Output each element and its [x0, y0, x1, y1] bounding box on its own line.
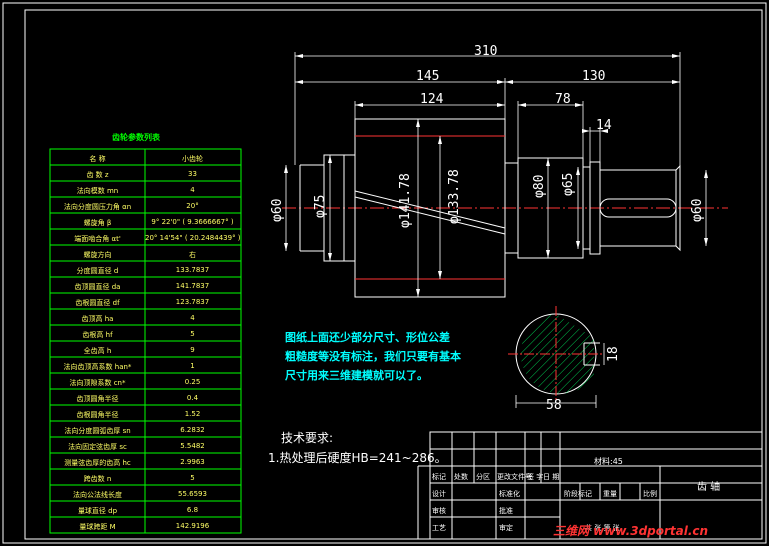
table-row-label: 螺旋方向	[83, 251, 112, 259]
gear-table-title: 齿轮参数列表	[112, 133, 160, 142]
table-row-label: 量球跨距 M	[79, 523, 116, 531]
tech-req-heading: 技术要求:	[281, 431, 334, 445]
table-row-label: 法向分度圆压力角 αn	[63, 203, 132, 211]
table-row-value: 55.6593	[178, 490, 207, 498]
dim-keyway-length: 78	[555, 92, 571, 107]
tb-stage-label: 阶段标记	[564, 490, 592, 498]
note-line-1: 图纸上面还少部分尺寸、形位公差	[285, 331, 450, 344]
table-row-label: 齿顶高 ha	[81, 315, 114, 323]
table-row-value: 142.9196	[175, 522, 210, 530]
table-row-label: 螺旋角 β	[83, 219, 112, 227]
watermark-logo: 三维网 www.3dportal.cn	[553, 524, 709, 538]
table-row-value: 1.52	[184, 410, 201, 418]
table-row-value: 33	[188, 170, 197, 178]
table-row-value: 123.7837	[175, 298, 210, 306]
table-row-label: 齿 数 z	[86, 171, 109, 179]
dim-d-pitch: φ133.78	[447, 169, 462, 224]
table-row-label: 法向模数 mn	[76, 187, 119, 195]
table-row-value: 6.8	[186, 506, 199, 514]
tb-left-label: 设计	[432, 490, 446, 498]
table-row-value: 右	[189, 251, 196, 259]
table-row-label: 齿顶圆角半径	[76, 395, 119, 403]
table-row-label: 法向齿顶高系数 han*	[63, 363, 132, 371]
table-row-value: 4	[190, 186, 195, 194]
tb-row-label: 分区	[476, 473, 490, 481]
part-name: 齿 轴	[697, 482, 721, 493]
tech-req-item: 1.热处理后硬度HB=241~286。	[268, 451, 447, 465]
table-row-label: 端面啮合角 αt'	[74, 235, 121, 243]
dim-d-tip: φ141.78	[398, 173, 413, 228]
tb-row-label: 标记	[432, 473, 446, 481]
dim-d-shoulder-right: φ80	[532, 174, 547, 198]
dim-d-left-shoulder: φ75	[313, 194, 328, 218]
table-row-value: 0.25	[184, 378, 201, 386]
dim-d-left-end: φ60	[270, 198, 285, 222]
table-row-label: 法向固定弦齿厚 sc	[68, 443, 127, 451]
section-view	[508, 306, 605, 408]
dim-d-right-end: φ60	[690, 198, 705, 222]
table-row-value: 5.5482	[180, 442, 205, 450]
dim-right-section: 130	[582, 69, 606, 84]
table-row-value: 9	[190, 346, 195, 354]
material-label: 材料:45	[594, 457, 623, 466]
tb-stage-label: 重量	[603, 490, 617, 498]
tb-mid-label: 标准化	[499, 490, 520, 498]
table-row-value: 9° 22'0" ( 9.3666667° )	[151, 218, 234, 226]
table-row-label: 齿根圆角半径	[76, 411, 119, 419]
dim-section-depth: 18	[606, 346, 621, 362]
table-row-value: 5	[190, 474, 195, 482]
dim-section-width: 58	[546, 398, 562, 413]
tb-mid-label: 批准	[499, 507, 513, 515]
tb-row-label: 签 字	[527, 473, 544, 481]
dim-left-section: 145	[416, 69, 440, 84]
table-row-value: 6.2832	[180, 426, 205, 434]
gear-table-header-name: 名 称	[89, 155, 106, 163]
note-line-3: 尺寸用来三维建模就可以了。	[285, 369, 428, 382]
tb-left-label: 工艺	[432, 524, 446, 532]
gear-table-header-value: 小齿轮	[182, 155, 203, 163]
table-row-value: 141.7837	[175, 282, 210, 290]
table-row-label: 齿根圆直径 df	[75, 299, 120, 307]
table-row-label: 齿根高 hf	[82, 331, 113, 339]
table-row-value: 1	[190, 362, 195, 370]
tb-stage-label: 比例	[643, 490, 657, 498]
table-row-label: 齿顶圆直径 da	[74, 283, 121, 291]
table-row-label: 测量弦齿厚的齿高 hc	[64, 459, 131, 467]
table-row-label: 法向分度圆弧齿厚 sn	[64, 427, 131, 435]
dim-overall-length: 310	[474, 44, 498, 59]
tb-row-label: 处数	[454, 473, 468, 481]
note-line-2: 粗糙度等没有标注，我们只要有基本	[285, 350, 461, 363]
table-row-label: 跨齿数 n	[83, 475, 112, 483]
table-row-value: 133.7837	[175, 266, 210, 274]
table-row-label: 法向公法线长度	[73, 491, 122, 499]
dimension-lines	[285, 52, 707, 297]
dim-gear-width: 124	[420, 92, 444, 107]
tb-mid-label: 审定	[499, 524, 513, 532]
table-row-value: 20°	[186, 202, 199, 210]
dim-d-journal-right: φ65	[561, 172, 576, 196]
tb-left-label: 审核	[432, 507, 446, 515]
table-row-label: 分度圆直径 d	[76, 267, 119, 275]
tb-row-label: 日 期	[543, 473, 560, 481]
table-row-value: 5	[190, 330, 195, 338]
table-row-value: 0.4	[186, 394, 199, 402]
drawing-canvas: 齿轮参数列表 名 称 小齿轮 齿 数 z 33 法向模数 mn 4 法向分度圆压…	[0, 0, 769, 546]
table-row-value: 2.9963	[180, 458, 205, 466]
dim-keyway-width: 14	[596, 118, 612, 133]
table-row-value: 4	[190, 314, 195, 322]
table-row-label: 全齿高 h	[83, 347, 112, 355]
table-row-value: 20° 14'54" ( 20.2484439° )	[145, 234, 241, 242]
table-row-label: 法向顶隙系数 cn*	[69, 379, 126, 387]
table-row-label: 量球直径 dp	[77, 507, 118, 515]
